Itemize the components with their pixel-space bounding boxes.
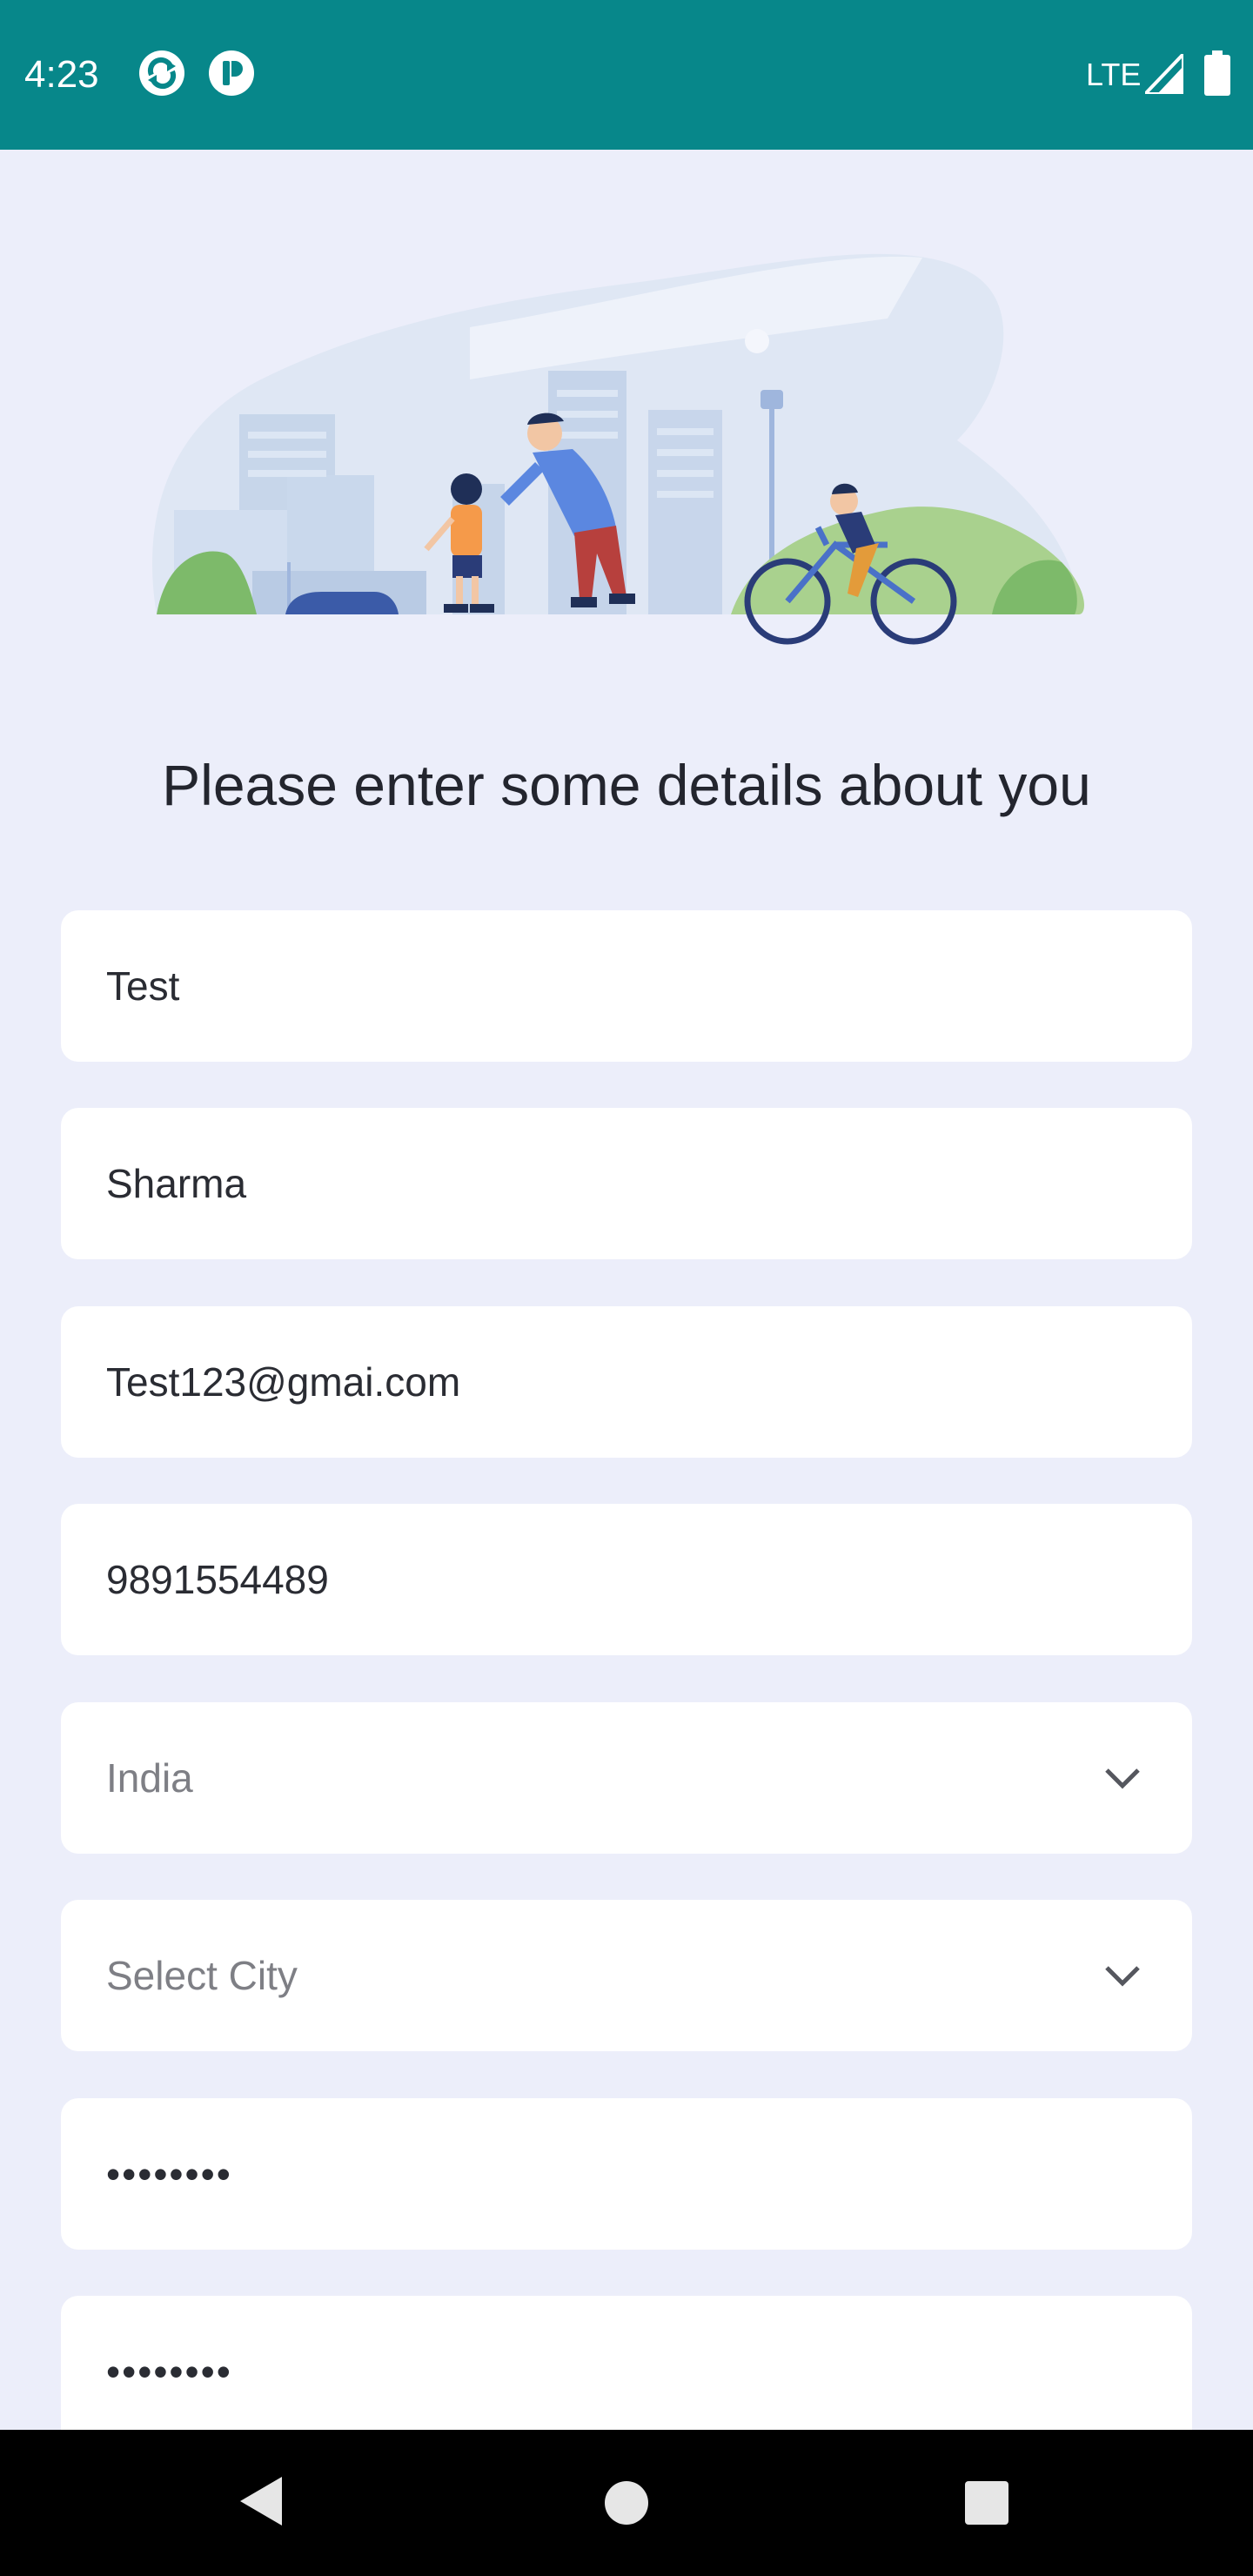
back-icon[interactable] <box>237 2473 285 2529</box>
password-field[interactable]: •••••••• <box>61 2098 1192 2250</box>
sync-app-icon <box>139 50 184 96</box>
chevron-down-icon[interactable] <box>1102 1955 1143 1996</box>
confirm-password-value: •••••••• <box>106 2349 232 2394</box>
phone-field[interactable]: 9891554489 <box>61 1504 1192 1655</box>
recents-icon[interactable] <box>964 2480 1009 2526</box>
pocket-app-icon <box>209 50 254 96</box>
email-value: Test123@gmai.com <box>106 1359 461 1405</box>
confirm-password-field[interactable]: •••••••• <box>61 2296 1192 2430</box>
password-value: •••••••• <box>106 2151 232 2197</box>
first-name-field[interactable]: Test <box>61 910 1192 1062</box>
country-select[interactable]: India <box>61 1702 1192 1854</box>
network-type: LTE <box>1086 57 1142 92</box>
last-name-field[interactable]: Sharma <box>61 1108 1192 1259</box>
battery-icon <box>1204 50 1230 96</box>
phone-value: 9891554489 <box>106 1557 329 1602</box>
last-name-value: Sharma <box>106 1161 247 1206</box>
signal-icon <box>1145 54 1183 94</box>
system-nav-bar <box>0 2430 1253 2576</box>
city-select[interactable]: Select City <box>61 1900 1192 2051</box>
country-value: India <box>106 1755 193 1801</box>
status-bar: 4:23 LTE <box>0 0 1253 150</box>
status-time: 4:23 <box>24 53 99 96</box>
home-icon[interactable] <box>604 2480 649 2526</box>
chevron-down-icon[interactable] <box>1102 1758 1143 1798</box>
signup-screen[interactable]: Please enter some details about you Test… <box>0 150 1253 2430</box>
city-park-illustration <box>152 253 1084 645</box>
first-name-value: Test <box>106 963 180 1009</box>
email-field[interactable]: Test123@gmai.com <box>61 1306 1192 1458</box>
page-title: Please enter some details about you <box>162 753 1091 817</box>
city-placeholder: Select City <box>106 1953 298 1998</box>
